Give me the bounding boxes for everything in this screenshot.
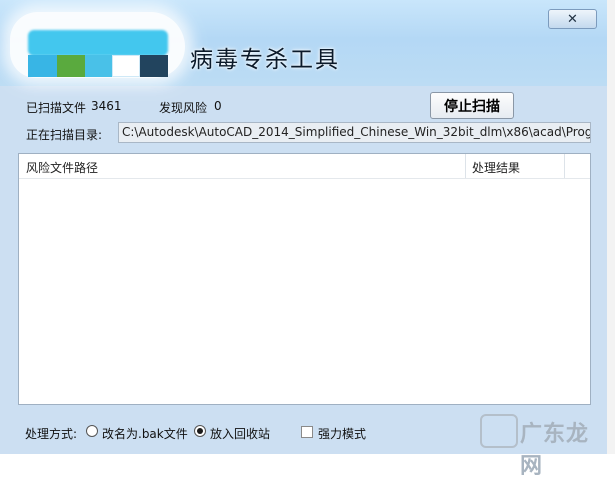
close-button[interactable]: ✕ [548,9,597,29]
logo-color-block [140,55,168,77]
logo-color-block [28,55,58,77]
column-divider [465,154,466,178]
app-title: 病毒专杀工具 [190,47,340,73]
column-header-result[interactable]: 处理结果 [472,159,520,176]
column-header-risk-path[interactable]: 风险文件路径 [26,159,98,176]
handling-mode-label: 处理方式: [25,427,78,441]
close-icon: ✕ [567,11,578,27]
risks-found-label: 发现风险 [159,101,208,115]
logo-color-block [112,55,140,77]
table-header: 风险文件路径 处理结果 [19,154,590,179]
logo-color-block [57,55,85,77]
watermark: 广东龙网 [480,410,610,479]
force-mode-label[interactable]: 强力模式 [318,425,366,442]
force-mode-checkbox[interactable] [301,426,313,438]
column-divider [564,154,565,178]
window-edge [607,0,615,454]
scan-directory-label: 正在扫描目录: [26,128,103,142]
radio-recycle-bin[interactable] [194,425,206,437]
option-rename-bak-label[interactable]: 改名为.bak文件 [102,425,188,442]
stop-scan-button[interactable]: 停止扫描 [430,92,514,119]
logo-color-block [85,55,112,77]
scanned-files-count: 3461 [91,99,122,113]
option-recycle-bin-label[interactable]: 放入回收站 [210,425,270,442]
watermark-logo-icon [480,414,518,448]
risk-results-table[interactable]: 风险文件路径 处理结果 [18,153,591,405]
scanner-window: 病毒专杀工具 ✕ 已扫描文件 3461 发现风险 0 停止扫描 正在扫描目录: … [0,0,608,454]
risks-found-count: 0 [214,99,222,113]
scan-directory-field: C:\Autodesk\AutoCAD_2014_Simplified_Chin… [118,122,591,143]
scanned-files-label: 已扫描文件 [26,101,87,115]
logo-blurred-block [28,30,168,56]
watermark-text: 广东龙网 [520,422,590,479]
radio-rename-bak[interactable] [86,425,98,437]
window-header: 病毒专杀工具 ✕ [0,0,607,86]
